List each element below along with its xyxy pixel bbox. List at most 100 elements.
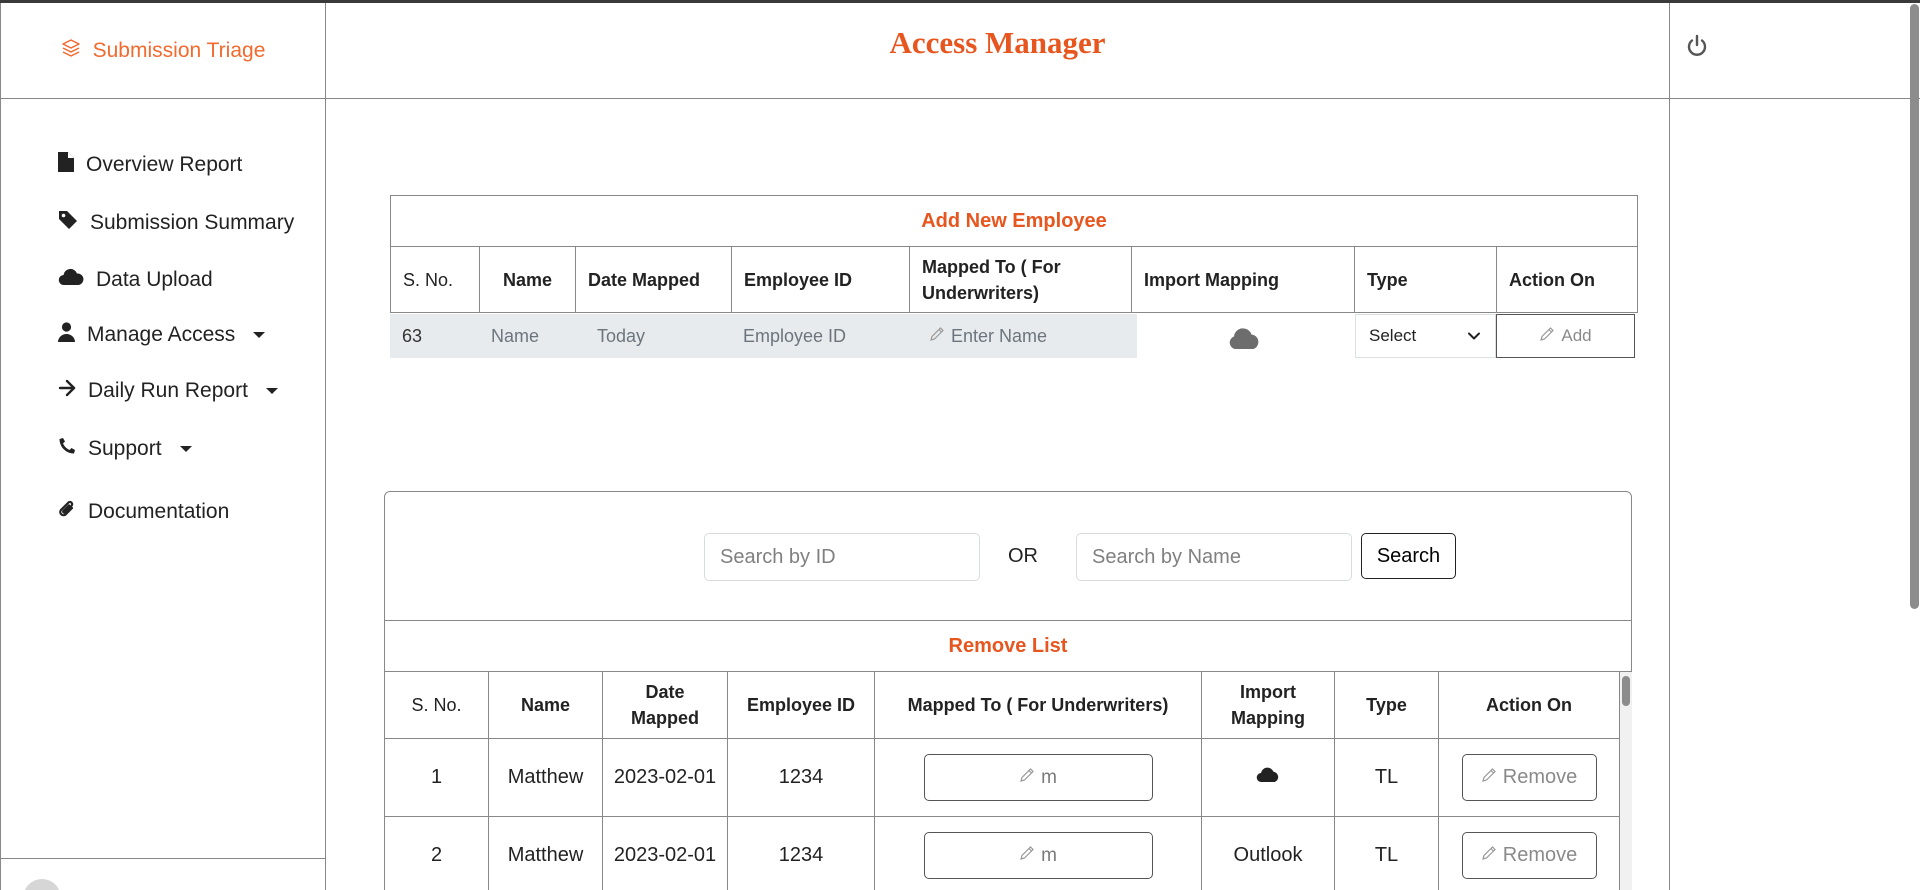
layers-icon [61,38,81,63]
arrow-right-icon [58,379,76,403]
remove-list-header-row: S. No. Name Date Mapped Employee ID Mapp… [385,672,1620,739]
pencil-icon [929,326,945,347]
sidebar-item-manage-access[interactable]: Manage Access [58,322,266,348]
column-header: Mapped To ( For Underwriters) [910,247,1132,312]
phone-icon [58,437,76,461]
paperclip-icon [58,499,76,525]
search-by-name-input[interactable] [1076,533,1352,581]
action-cell: Remove [1439,817,1620,890]
mapped-to-input[interactable]: m [923,832,1153,879]
user-icon [58,322,75,348]
sidebar-item-data-upload[interactable]: Data Upload [58,268,213,292]
add-employee-panel: Add New Employee S. No. Name Date Mapped… [390,195,1638,358]
or-separator: OR [1008,545,1038,567]
type-value: TL [1335,817,1439,890]
table-scrollbar-thumb[interactable] [1622,676,1630,706]
add-employee-header-row: S. No. Name Date Mapped Employee ID Mapp… [390,246,1638,313]
column-header: Employee ID [732,247,910,312]
column-header: Import Mapping [1132,247,1355,312]
sidebar-item-submission-summary[interactable]: Submission Summary [58,210,294,236]
employee-id: 1234 [728,739,875,816]
column-header: Import Mapping [1202,672,1335,738]
serial-number: 2 [385,817,489,890]
column-header: Mapped To ( For Underwriters) [875,672,1202,738]
column-header: Employee ID [728,672,875,738]
brand-name: Submission Triage [92,38,266,62]
serial-number: 1 [385,739,489,816]
employee-id-input[interactable]: Employee ID [743,326,846,347]
cloud-icon [58,268,84,292]
tag-icon [58,210,78,236]
remove-button[interactable]: Remove [1461,832,1597,879]
column-header: S. No. [385,672,489,738]
remove-button-label: Remove [1502,766,1578,788]
pencil-icon [1019,767,1035,789]
sidebar-item-label: Data Upload [96,268,213,291]
search-button[interactable]: Search [1361,533,1456,579]
type-select[interactable]: Select [1355,314,1496,358]
date-mapped-input[interactable]: Today [597,326,645,347]
mapped-to-input[interactable]: Enter Name [929,326,1047,347]
remove-button[interactable]: Remove [1461,754,1597,801]
import-mapping-value: Outlook [1202,817,1335,890]
mapped-to-cell: m [875,739,1202,816]
sidebar-item-support[interactable]: Support [58,437,192,461]
add-button[interactable]: Add [1496,314,1635,358]
cloud-icon[interactable] [1256,766,1280,789]
mapped-to-cell: m [875,817,1202,890]
add-employee-input-row: 63 Name Today Employee ID Enter Name Sel… [390,314,1638,358]
column-header: Date Mapped [603,672,728,738]
page-scrollbar[interactable] [1908,0,1920,890]
caret-down-icon [179,446,192,452]
divider [1,858,326,859]
sidebar-item-label: Overview Report [86,153,243,176]
column-header: Action On [1439,672,1620,738]
power-icon[interactable] [1686,34,1708,63]
sidebar-item-label: Documentation [88,500,230,523]
column-header: S. No. [391,247,480,312]
page-title: Access Manager [889,25,1106,60]
column-header: Date Mapped [576,247,732,312]
sidebar-item-label: Support [88,437,162,460]
file-icon [58,152,74,178]
divider [1669,99,1670,890]
header: Access Manager [325,3,1670,99]
mapped-to-input[interactable]: m [923,754,1153,801]
sidebar-item-label: Daily Run Report [88,379,248,402]
cloud-icon[interactable] [1227,328,1261,355]
add-button-label: Add [1561,326,1592,345]
column-header: Type [1335,672,1439,738]
search-by-id-input[interactable] [704,533,980,581]
remove-list-panel: OR Search Remove List S. No. Name Date M… [384,491,1632,890]
avatar[interactable] [23,879,61,890]
sidebar-item-documentation[interactable]: Documentation [58,499,229,525]
sidebar-item-daily-run-report[interactable]: Daily Run Report [58,379,278,403]
sidebar-item-label: Manage Access [87,323,236,346]
employee-id: 1234 [728,817,875,890]
add-employee-title: Add New Employee [390,195,1638,246]
page-scrollbar-thumb[interactable] [1910,4,1919,609]
column-header: Action On [1509,269,1595,290]
brand[interactable]: Submission Triage [0,3,326,99]
serial-number: 63 [402,326,423,346]
sidebar-item-overview-report[interactable]: Overview Report [58,152,242,178]
table-scrollbar[interactable] [1620,672,1632,890]
sidebar-item-label: Submission Summary [90,211,295,234]
caret-down-icon [265,388,278,394]
mapped-to-value: m [1041,844,1057,866]
action-cell: Remove [1439,739,1620,816]
pencil-icon [1481,844,1497,867]
table-row: 1 Matthew 2023-02-01 1234 m TL Remove [385,739,1620,817]
search-bar: OR Search [385,492,1631,621]
column-header: Name [489,672,603,738]
date-mapped: 2023-02-01 [603,739,728,816]
type-select-value: Select [1369,326,1417,345]
name-input[interactable]: Name [491,326,539,347]
pencil-icon [1539,326,1555,347]
employee-name: Matthew [489,739,603,816]
column-header: Type [1355,247,1497,312]
remove-list-title: Remove List [385,621,1631,672]
pencil-icon [1481,766,1497,789]
column-header: Name [480,247,576,312]
sidebar: Overview Report Submission Summary Data … [0,99,326,890]
